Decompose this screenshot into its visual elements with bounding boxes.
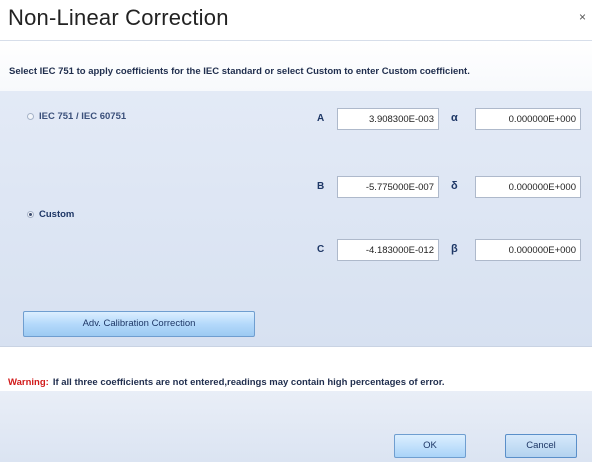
coef-c-label: C	[317, 244, 325, 255]
warning-text: If all three coefficients are not entere…	[52, 377, 445, 388]
coef-alpha-label: α	[451, 112, 458, 124]
custom-radio-dot[interactable]	[27, 211, 34, 218]
coef-delta-input[interactable]	[475, 176, 581, 198]
ok-button[interactable]: OK	[394, 434, 466, 458]
dialog-footer: OK Cancel	[0, 391, 592, 462]
coef-b-label: B	[317, 181, 325, 192]
coef-alpha-input[interactable]	[475, 108, 581, 130]
coef-b-input[interactable]	[337, 176, 439, 198]
instructions-text: Select IEC 751 to apply coefficients for…	[9, 66, 470, 77]
window-title: Non-Linear Correction	[8, 5, 229, 30]
coef-delta-label: δ	[451, 180, 458, 192]
iec-radio-label: IEC 751 / IEC 60751	[39, 111, 127, 122]
cancel-button[interactable]: Cancel	[505, 434, 577, 458]
custom-radio[interactable]: Custom	[27, 209, 74, 220]
coefficients-panel: IEC 751 / IEC 60751 Custom A α B δ C β A…	[0, 91, 592, 346]
coef-a-input[interactable]	[337, 108, 439, 130]
iec-radio-dot[interactable]	[27, 113, 34, 120]
warning-label: Warning:	[8, 377, 49, 388]
title-bar: Non-Linear Correction ×	[0, 0, 592, 40]
warning-message: Warning: If all three coefficients are no…	[8, 377, 445, 388]
adv-calibration-button[interactable]: Adv. Calibration Correction	[23, 311, 255, 337]
coef-a-label: A	[317, 113, 325, 124]
custom-radio-label: Custom	[39, 209, 75, 220]
warning-band: Warning: If all three coefficients are no…	[0, 346, 592, 392]
iec-radio[interactable]: IEC 751 / IEC 60751	[27, 111, 126, 122]
coef-beta-label: β	[451, 243, 458, 255]
close-icon[interactable]: ×	[579, 11, 586, 23]
instructions-band: Select IEC 751 to apply coefficients for…	[0, 40, 592, 92]
coef-c-input[interactable]	[337, 239, 439, 261]
coef-beta-input[interactable]	[475, 239, 581, 261]
